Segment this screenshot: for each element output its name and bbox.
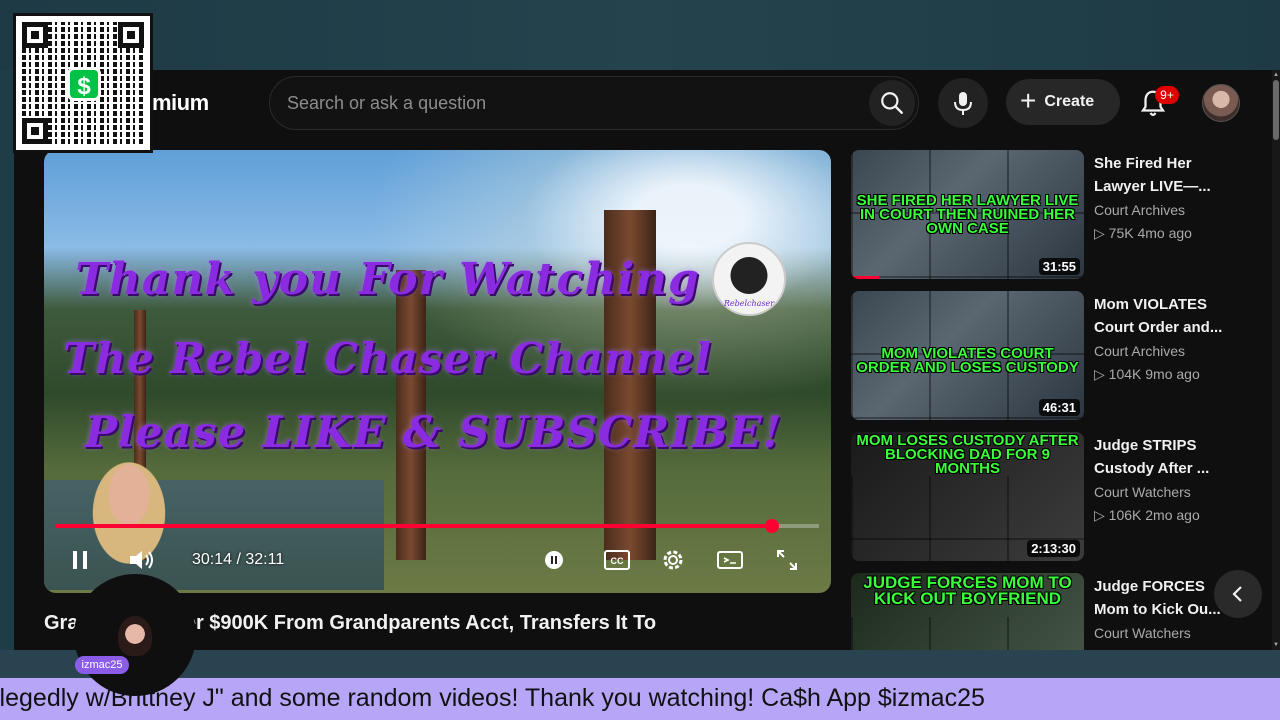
recommendation-thumbnail[interactable]: JUDGE FORCES MOM TO KICK OUT BOYFRIEND	[851, 573, 1084, 650]
recommendation-title-line: She Fired Her	[1094, 155, 1192, 172]
gear-icon	[663, 550, 683, 570]
stream-top-bar	[0, 0, 1280, 70]
search-button[interactable]	[869, 80, 915, 126]
streamer-face	[118, 616, 152, 656]
cash-app-qr-code: $	[13, 13, 153, 153]
youtube-premium-logo[interactable]: mium	[152, 90, 209, 116]
recommendation-channel[interactable]: Court Archives	[1094, 202, 1185, 218]
search-input[interactable]	[287, 77, 847, 129]
recommendation-item[interactable]: MOM LOSES CUSTODY AFTER BLOCKING DAD FOR…	[851, 432, 1271, 562]
recommendation-title-line: Mom VIOLATES	[1094, 296, 1208, 313]
page-scrollbar[interactable]: ▲ ▼	[1272, 70, 1280, 650]
theater-mode-icon	[717, 551, 743, 569]
duration-badge: 31:55	[1038, 258, 1080, 275]
duration-badge: 46:31	[1038, 399, 1080, 416]
overlay-text-line-1: Thank you For Watching	[75, 254, 700, 305]
pause-icon	[73, 551, 87, 569]
overlay-text-line-2: The Rebel Chaser Channel	[63, 334, 712, 383]
scroll-up-arrow-icon[interactable]: ▲	[1273, 72, 1279, 78]
notification-count-badge: 9+	[1155, 86, 1179, 104]
search-bar[interactable]	[269, 76, 919, 130]
channel-logo-text: Rebelchaser	[723, 299, 775, 308]
pause-button[interactable]	[66, 540, 94, 580]
scroll-thumb[interactable]	[1273, 80, 1279, 140]
autoplay-toggle[interactable]	[542, 540, 566, 580]
recommendation-channel[interactable]: Court Archives	[1094, 343, 1185, 359]
cash-app-logo-icon: $	[67, 67, 101, 101]
autoplay-pause-icon	[545, 551, 563, 569]
rebel-chaser-channel-logo: Rebelchaser	[712, 242, 786, 316]
voice-search-button[interactable]	[938, 78, 988, 128]
thumbnail-caption: SHE FIRED HER LAWYER LIVE IN COURT THEN …	[856, 192, 1079, 237]
recommendation-thumbnail[interactable]: SHE FIRED HER LAWYER LIVE IN COURT THEN …	[851, 150, 1084, 279]
plus-icon: +	[1020, 84, 1037, 116]
fullscreen-icon	[777, 550, 797, 570]
stream-ticker: llegedly w/Brittney J" and some random v…	[0, 678, 1280, 720]
recommendation-title-line: Custody After ...	[1094, 460, 1210, 477]
volume-icon	[130, 551, 153, 569]
chevron-left-icon	[1232, 586, 1242, 602]
captions-button[interactable]: CC	[602, 540, 632, 580]
recommendation-title-line: Lawyer LIVE—...	[1094, 178, 1211, 195]
recommendation-thumbnail[interactable]: MOM VIOLATES COURT ORDER AND LOSES CUSTO…	[851, 291, 1084, 420]
settings-button[interactable]	[658, 540, 688, 580]
video-player[interactable]: Thank you For Watching The Rebel Chaser …	[44, 150, 831, 593]
recommendation-item[interactable]: JUDGE FORCES MOM TO KICK OUT BOYFRIEND J…	[851, 573, 1271, 650]
streamer-webcam-bubble	[74, 574, 196, 696]
recommendation-item[interactable]: SHE FIRED HER LAWYER LIVE IN COURT THEN …	[851, 150, 1271, 280]
progress-played	[56, 524, 773, 528]
recommendation-title[interactable]: She Fired Her Lawyer LIVE—...	[1094, 152, 1234, 198]
scroll-down-arrow-icon[interactable]: ▼	[1273, 642, 1279, 648]
qr-finder-top-right	[118, 22, 144, 48]
thumbnail-caption: JUDGE FORCES MOM TO KICK OUT BOYFRIEND	[863, 573, 1072, 608]
duration-badge: 2:13:30	[1027, 540, 1080, 557]
fullscreen-button[interactable]	[772, 540, 802, 580]
recommendation-title-line: Court Order and...	[1094, 319, 1223, 336]
recommendation-channel[interactable]: Court Watchers	[1094, 625, 1191, 641]
recommendation-title-line: Mom to Kick Ou...	[1094, 601, 1221, 618]
recommendation-channel[interactable]: Court Watchers	[1094, 484, 1191, 500]
recommendation-title-line: Judge STRIPS	[1094, 437, 1197, 454]
qr-finder-bottom-left	[22, 118, 48, 144]
captions-icon: CC	[604, 550, 630, 570]
recommendation-thumbnail[interactable]: MOM LOSES CUSTODY AFTER BLOCKING DAD FOR…	[851, 432, 1084, 561]
svg-text:CC: CC	[611, 556, 624, 566]
collapse-sidebar-button[interactable]	[1214, 570, 1262, 618]
recommendation-item[interactable]: MOM VIOLATES COURT ORDER AND LOSES CUSTO…	[851, 291, 1271, 421]
microphone-icon	[954, 92, 972, 115]
search-icon	[881, 92, 903, 114]
create-label: Create	[1044, 93, 1095, 110]
theater-mode-button[interactable]	[714, 540, 746, 580]
create-button[interactable]: + Create	[1006, 79, 1120, 125]
thumbnail-caption: MOM LOSES CUSTODY AFTER BLOCKING DAD FOR…	[856, 432, 1079, 477]
recommendation-meta: ▷ 75K 4mo ago	[1094, 225, 1192, 241]
player-controls: 30:14 / 32:11 CC	[44, 540, 831, 580]
qr-finder-top-left	[22, 22, 48, 48]
time-display: 30:14 / 32:11	[192, 551, 285, 568]
stream-left-edge	[0, 70, 14, 650]
progress-scrubber-handle[interactable]	[765, 519, 780, 533]
recommendation-meta: ▷ 104K 9mo ago	[1094, 366, 1200, 382]
account-avatar[interactable]	[1202, 84, 1240, 122]
recommendation-title-line: Judge FORCES	[1094, 578, 1205, 595]
thumbnail-collage	[851, 617, 1084, 650]
thumbnail-caption: MOM VIOLATES COURT ORDER AND LOSES CUSTO…	[856, 345, 1079, 376]
progress-bar[interactable]	[56, 519, 819, 533]
streamer-name-tag: izmac25	[75, 656, 129, 674]
recommendation-title[interactable]: Judge FORCES Mom to Kick Ou...	[1094, 575, 1234, 621]
recommendation-title[interactable]: Judge STRIPS Custody After ...	[1094, 434, 1234, 480]
recommendation-title[interactable]: Mom VIOLATES Court Order and...	[1094, 293, 1234, 339]
watched-progress-bar	[851, 276, 879, 279]
recommendation-meta: ▷ 106K 2mo ago	[1094, 507, 1200, 523]
